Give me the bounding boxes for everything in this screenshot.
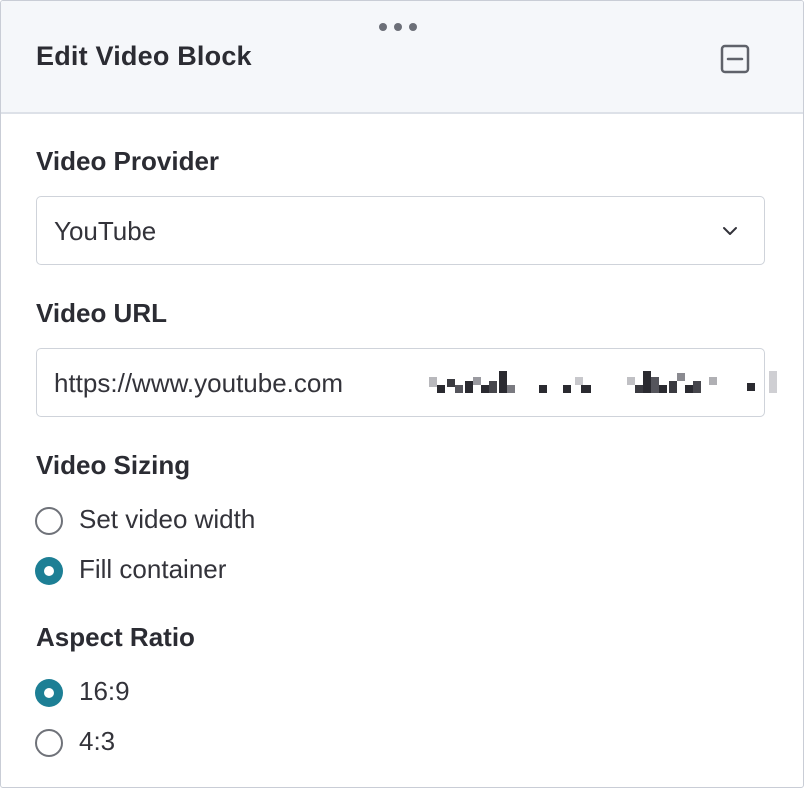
- drag-dots-icon[interactable]: [379, 21, 419, 33]
- chevron-down-icon: [723, 227, 737, 235]
- aspect-ratio-label: Aspect Ratio: [36, 622, 195, 652]
- video-url-value: https://www.youtube.com: [54, 368, 344, 398]
- video-sizing-label: Video Sizing: [36, 450, 191, 480]
- radio-button[interactable]: [35, 507, 63, 535]
- radio-label: 4:3: [79, 726, 116, 756]
- video-provider-value: YouTube: [54, 216, 157, 246]
- collapse-button[interactable]: [720, 44, 750, 74]
- redacted-url-pixelation: [429, 371, 777, 393]
- edit-video-block-panel: Edit Video Block Video Provider YouTube …: [0, 0, 804, 788]
- panel-title: Edit Video Block: [36, 41, 252, 71]
- video-provider-select[interactable]: YouTube: [36, 196, 765, 265]
- collapse-minus-icon: [720, 44, 750, 74]
- video-url-input[interactable]: https://www.youtube.com: [36, 348, 777, 417]
- video-url-label: Video URL: [36, 298, 167, 328]
- panel-header: Edit Video Block: [1, 1, 803, 114]
- radio-button-checked[interactable]: [35, 679, 63, 707]
- radio-button-checked[interactable]: [35, 557, 63, 585]
- radio-label: 16:9: [79, 676, 130, 706]
- radio-label: Fill container: [79, 554, 227, 584]
- radio-label: Set video width: [79, 504, 256, 534]
- video-provider-label: Video Provider: [36, 146, 220, 176]
- radio-button[interactable]: [35, 729, 63, 757]
